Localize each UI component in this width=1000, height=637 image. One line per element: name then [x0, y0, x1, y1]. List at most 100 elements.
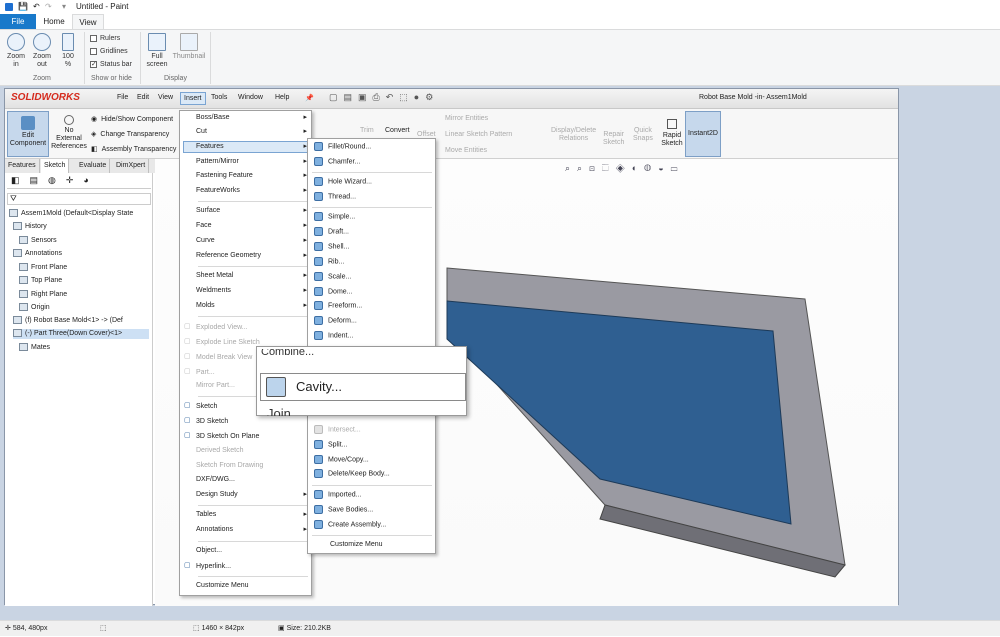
insert-menu-item[interactable]: ▢ 3D Sketch On Plane	[184, 431, 307, 442]
sw-menu-window[interactable]: Window	[238, 94, 263, 101]
insert-menu-item[interactable]: Fastening Feature ▸	[184, 171, 307, 181]
full-screen-button[interactable]: Full screen	[144, 33, 170, 69]
insert-menu-item[interactable]: ▢ Exploded View...	[184, 322, 307, 333]
insert-menu-item[interactable]: Face ▸	[184, 221, 307, 231]
tab-dimxpert[interactable]: DimXpert	[113, 159, 150, 173]
tree-item-history[interactable]: History	[13, 222, 47, 232]
features-menu-item[interactable]: Thread...	[314, 192, 356, 202]
insert-menu-item[interactable]: Cut ▸	[184, 127, 307, 137]
insert-menu-item[interactable]: ▢ 3D Sketch	[184, 416, 307, 427]
sw-toolbar-icons[interactable]: ▢▤▣⎙↶⬚●⚙	[329, 92, 439, 103]
features-menu-item[interactable]: Freeform...	[314, 301, 362, 311]
insert-menu-item[interactable]: Surface ▸	[184, 206, 307, 216]
hide-show-component-button[interactable]: ◉ Hide/Show Component	[91, 115, 173, 123]
offset-button[interactable]: Offset	[417, 131, 436, 138]
features-menu-item[interactable]: Dome...	[314, 287, 353, 297]
features-menu-item[interactable]: Delete/Keep Body...	[314, 469, 390, 479]
insert-menu-item[interactable]: Curve ▸	[184, 236, 307, 246]
sw-menu-edit[interactable]: Edit	[137, 94, 149, 101]
sw-menu-tools[interactable]: Tools	[211, 94, 227, 101]
insert-menu-item[interactable]: Derived Sketch	[184, 446, 307, 456]
convert-button[interactable]: Convert	[385, 127, 410, 134]
features-menu-item[interactable]: Indent...	[314, 331, 353, 341]
mirror-entities-button[interactable]: Mirror Entities	[445, 115, 488, 122]
features-menu-item[interactable]: Fillet/Round...	[314, 142, 371, 152]
insert-menu-item[interactable]: Sheet Metal ▸	[184, 271, 307, 281]
repair-sketch-button[interactable]: Repair Sketch	[603, 131, 624, 147]
features-menu-item[interactable]: Simple...	[314, 212, 355, 222]
insert-menu-item[interactable]: Features ▸	[183, 141, 308, 153]
manager-tabs[interactable]: ◧▤◍✛◕	[7, 175, 151, 189]
status-bar-checkbox[interactable]: ✓ Status bar	[90, 60, 132, 69]
display-delete-relations-button[interactable]: Display/Delete Relations	[551, 127, 596, 143]
tab-view[interactable]: View	[72, 14, 104, 29]
tree-item-robot-base-mold[interactable]: (f) Robot Base Mold<1> -> (Def	[13, 316, 123, 326]
insert-menu-item[interactable]: Annotations ▸	[184, 525, 307, 535]
insert-menu-item[interactable]: Tables ▸	[184, 510, 307, 520]
features-menu-item[interactable]: Move/Copy...	[314, 455, 369, 465]
tree-item-mates[interactable]: Mates	[19, 343, 50, 353]
edit-component-button[interactable]: Edit Component	[7, 111, 49, 157]
tree-item-sensors[interactable]: Sensors	[19, 236, 57, 246]
features-menu-item[interactable]: Intersect...	[314, 425, 361, 435]
sw-menu-view[interactable]: View	[158, 94, 173, 101]
zoom-in-button[interactable]: Zoom in	[5, 33, 27, 69]
quick-snaps-button[interactable]: Quick Snaps	[633, 127, 653, 143]
sw-menu-file[interactable]: File	[117, 94, 128, 101]
tab-evaluate[interactable]: Evaluate	[76, 159, 111, 173]
cavity-menu-item[interactable]: Cavity...	[260, 373, 466, 401]
insert-menu-item[interactable]: Sketch From Drawing	[184, 461, 307, 471]
thumbnail-button[interactable]: Thumbnail	[172, 33, 206, 61]
tree-item-origin[interactable]: Origin	[19, 303, 50, 313]
move-entities-button[interactable]: Move Entities	[445, 147, 487, 154]
change-transparency-button[interactable]: ◈ Change Transparency	[91, 130, 169, 138]
zoom-out-button[interactable]: Zoom out	[31, 33, 53, 69]
insert-menu-item[interactable]: DXF/DWG...	[184, 475, 307, 485]
tree-filter[interactable]: ⛛	[7, 193, 151, 205]
insert-menu-item[interactable]: ▢ Hyperlink...	[184, 561, 307, 572]
features-menu-item[interactable]: Rib...	[314, 257, 344, 267]
rulers-checkbox[interactable]: Rulers	[90, 34, 120, 43]
insert-menu-item[interactable]: Design Study ▸	[184, 490, 307, 500]
sw-menu-help[interactable]: Help	[275, 94, 289, 101]
features-menu-item[interactable]: Customize Menu	[330, 540, 383, 550]
insert-menu-item[interactable]: Object...	[184, 546, 307, 556]
zoom-100-button[interactable]: 100 %	[57, 33, 79, 69]
insert-menu-item[interactable]: Customize Menu	[184, 581, 307, 591]
insert-menu-item[interactable]: Molds ▸	[184, 301, 307, 311]
no-external-references-button[interactable]: No External References	[51, 115, 87, 151]
tab-sketch[interactable]: Sketch	[41, 159, 70, 173]
features-menu-item[interactable]: Create Assembly...	[314, 520, 386, 530]
sw-menu-insert[interactable]: Insert	[180, 92, 206, 105]
tree-item-annotations[interactable]: Annotations	[13, 249, 62, 259]
features-menu-item[interactable]: Scale...	[314, 272, 351, 282]
save-icon[interactable]: 💾	[18, 0, 28, 14]
undo-icon[interactable]: ↶	[33, 0, 40, 14]
features-menu-item[interactable]: Save Bodies...	[314, 505, 373, 515]
features-menu-item[interactable]: Chamfer...	[314, 157, 360, 167]
tree-item-right-plane[interactable]: Right Plane	[19, 290, 67, 300]
features-menu-item[interactable]: Shell...	[314, 242, 349, 252]
rapid-sketch-button[interactable]: Rapid Sketch	[657, 119, 687, 148]
features-menu-item[interactable]: Imported...	[314, 490, 361, 500]
tab-features[interactable]: Features	[5, 159, 40, 173]
tree-item-assembly[interactable]: Assem1Mold (Default<Display State	[9, 209, 133, 219]
insert-menu-item[interactable]: Pattern/Mirror ▸	[184, 157, 307, 167]
features-menu-item[interactable]: Draft...	[314, 227, 349, 237]
trim-button[interactable]: Trim	[360, 127, 374, 134]
linear-sketch-pattern-button[interactable]: Linear Sketch Pattern	[445, 131, 512, 138]
features-menu-item[interactable]: Deform...	[314, 316, 357, 326]
tree-item-front-plane[interactable]: Front Plane	[19, 263, 67, 273]
tab-home[interactable]: Home	[37, 14, 71, 29]
gridlines-checkbox[interactable]: Gridlines	[90, 47, 128, 56]
tree-item-part-three[interactable]: (-) Part Three(Down Cover)<1>	[13, 329, 149, 339]
features-menu-item[interactable]: Split...	[314, 440, 347, 450]
qat-dropdown-icon[interactable]: ▾	[62, 0, 66, 14]
insert-menu-item[interactable]: Reference Geometry ▸	[184, 251, 307, 261]
assembly-transparency-button[interactable]: ◧ Assembly Transparency	[91, 145, 176, 153]
insert-menu-item[interactable]: Boss/Base ▸	[184, 113, 307, 123]
tab-file[interactable]: File	[0, 14, 36, 29]
pin-icon[interactable]: 📌	[305, 94, 314, 102]
insert-menu-item[interactable]: Weldments ▸	[184, 286, 307, 296]
tree-item-top-plane[interactable]: Top Plane	[19, 276, 62, 286]
